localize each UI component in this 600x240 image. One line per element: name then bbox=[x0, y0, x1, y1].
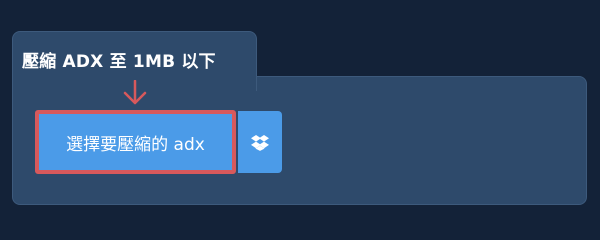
choose-file-button[interactable]: 選擇要壓縮的 adx bbox=[35, 110, 236, 174]
panel-title: 壓縮 ADX 至 1MB 以下 bbox=[22, 52, 216, 72]
dropbox-icon bbox=[251, 134, 269, 151]
arrow-down-icon bbox=[123, 80, 147, 105]
choose-file-label: 選擇要壓縮的 adx bbox=[66, 134, 205, 155]
upload-button-group: 選擇要壓縮的 adx bbox=[35, 110, 282, 174]
dropbox-button[interactable] bbox=[238, 111, 282, 173]
